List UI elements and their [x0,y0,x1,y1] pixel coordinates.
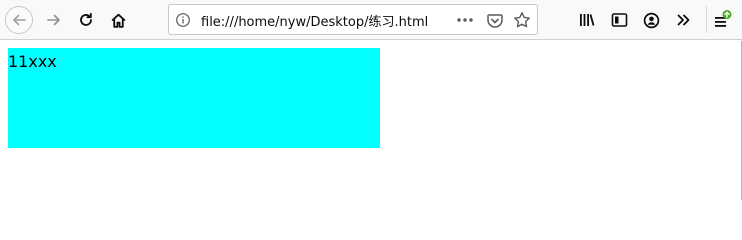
browser-toolbar: file:///home/nyw/Desktop/练习.html [0,0,742,40]
back-button[interactable] [5,6,33,34]
reload-button[interactable] [72,6,100,34]
page-content: 11xxx [0,41,742,200]
home-button[interactable] [104,6,132,34]
forward-button[interactable] [40,6,68,34]
overflow-icon [677,14,690,26]
pocket-icon[interactable] [486,12,504,30]
overflow-button[interactable] [669,6,697,34]
page-actions-icon[interactable] [456,12,474,28]
toolbar-divider [706,6,707,33]
url-text[interactable]: file:///home/nyw/Desktop/练习.html [201,11,428,30]
url-bar[interactable]: file:///home/nyw/Desktop/练习.html [168,4,538,35]
box-text: 11xxx [8,52,57,71]
reload-icon [80,12,92,26]
home-icon [111,13,125,28]
bookmark-star-icon[interactable] [513,11,531,29]
info-icon[interactable] [175,12,191,28]
menu-button[interactable] [709,6,737,34]
library-icon [580,14,595,26]
menu-update-icon [715,10,732,27]
sidebar-button[interactable] [605,6,633,34]
cyan-box: 11xxx [8,48,380,148]
sidebar-icon [611,13,627,27]
account-button[interactable] [637,6,665,34]
library-button[interactable] [573,6,601,34]
back-icon [13,14,26,26]
forward-icon [47,14,60,26]
account-icon [643,12,659,28]
